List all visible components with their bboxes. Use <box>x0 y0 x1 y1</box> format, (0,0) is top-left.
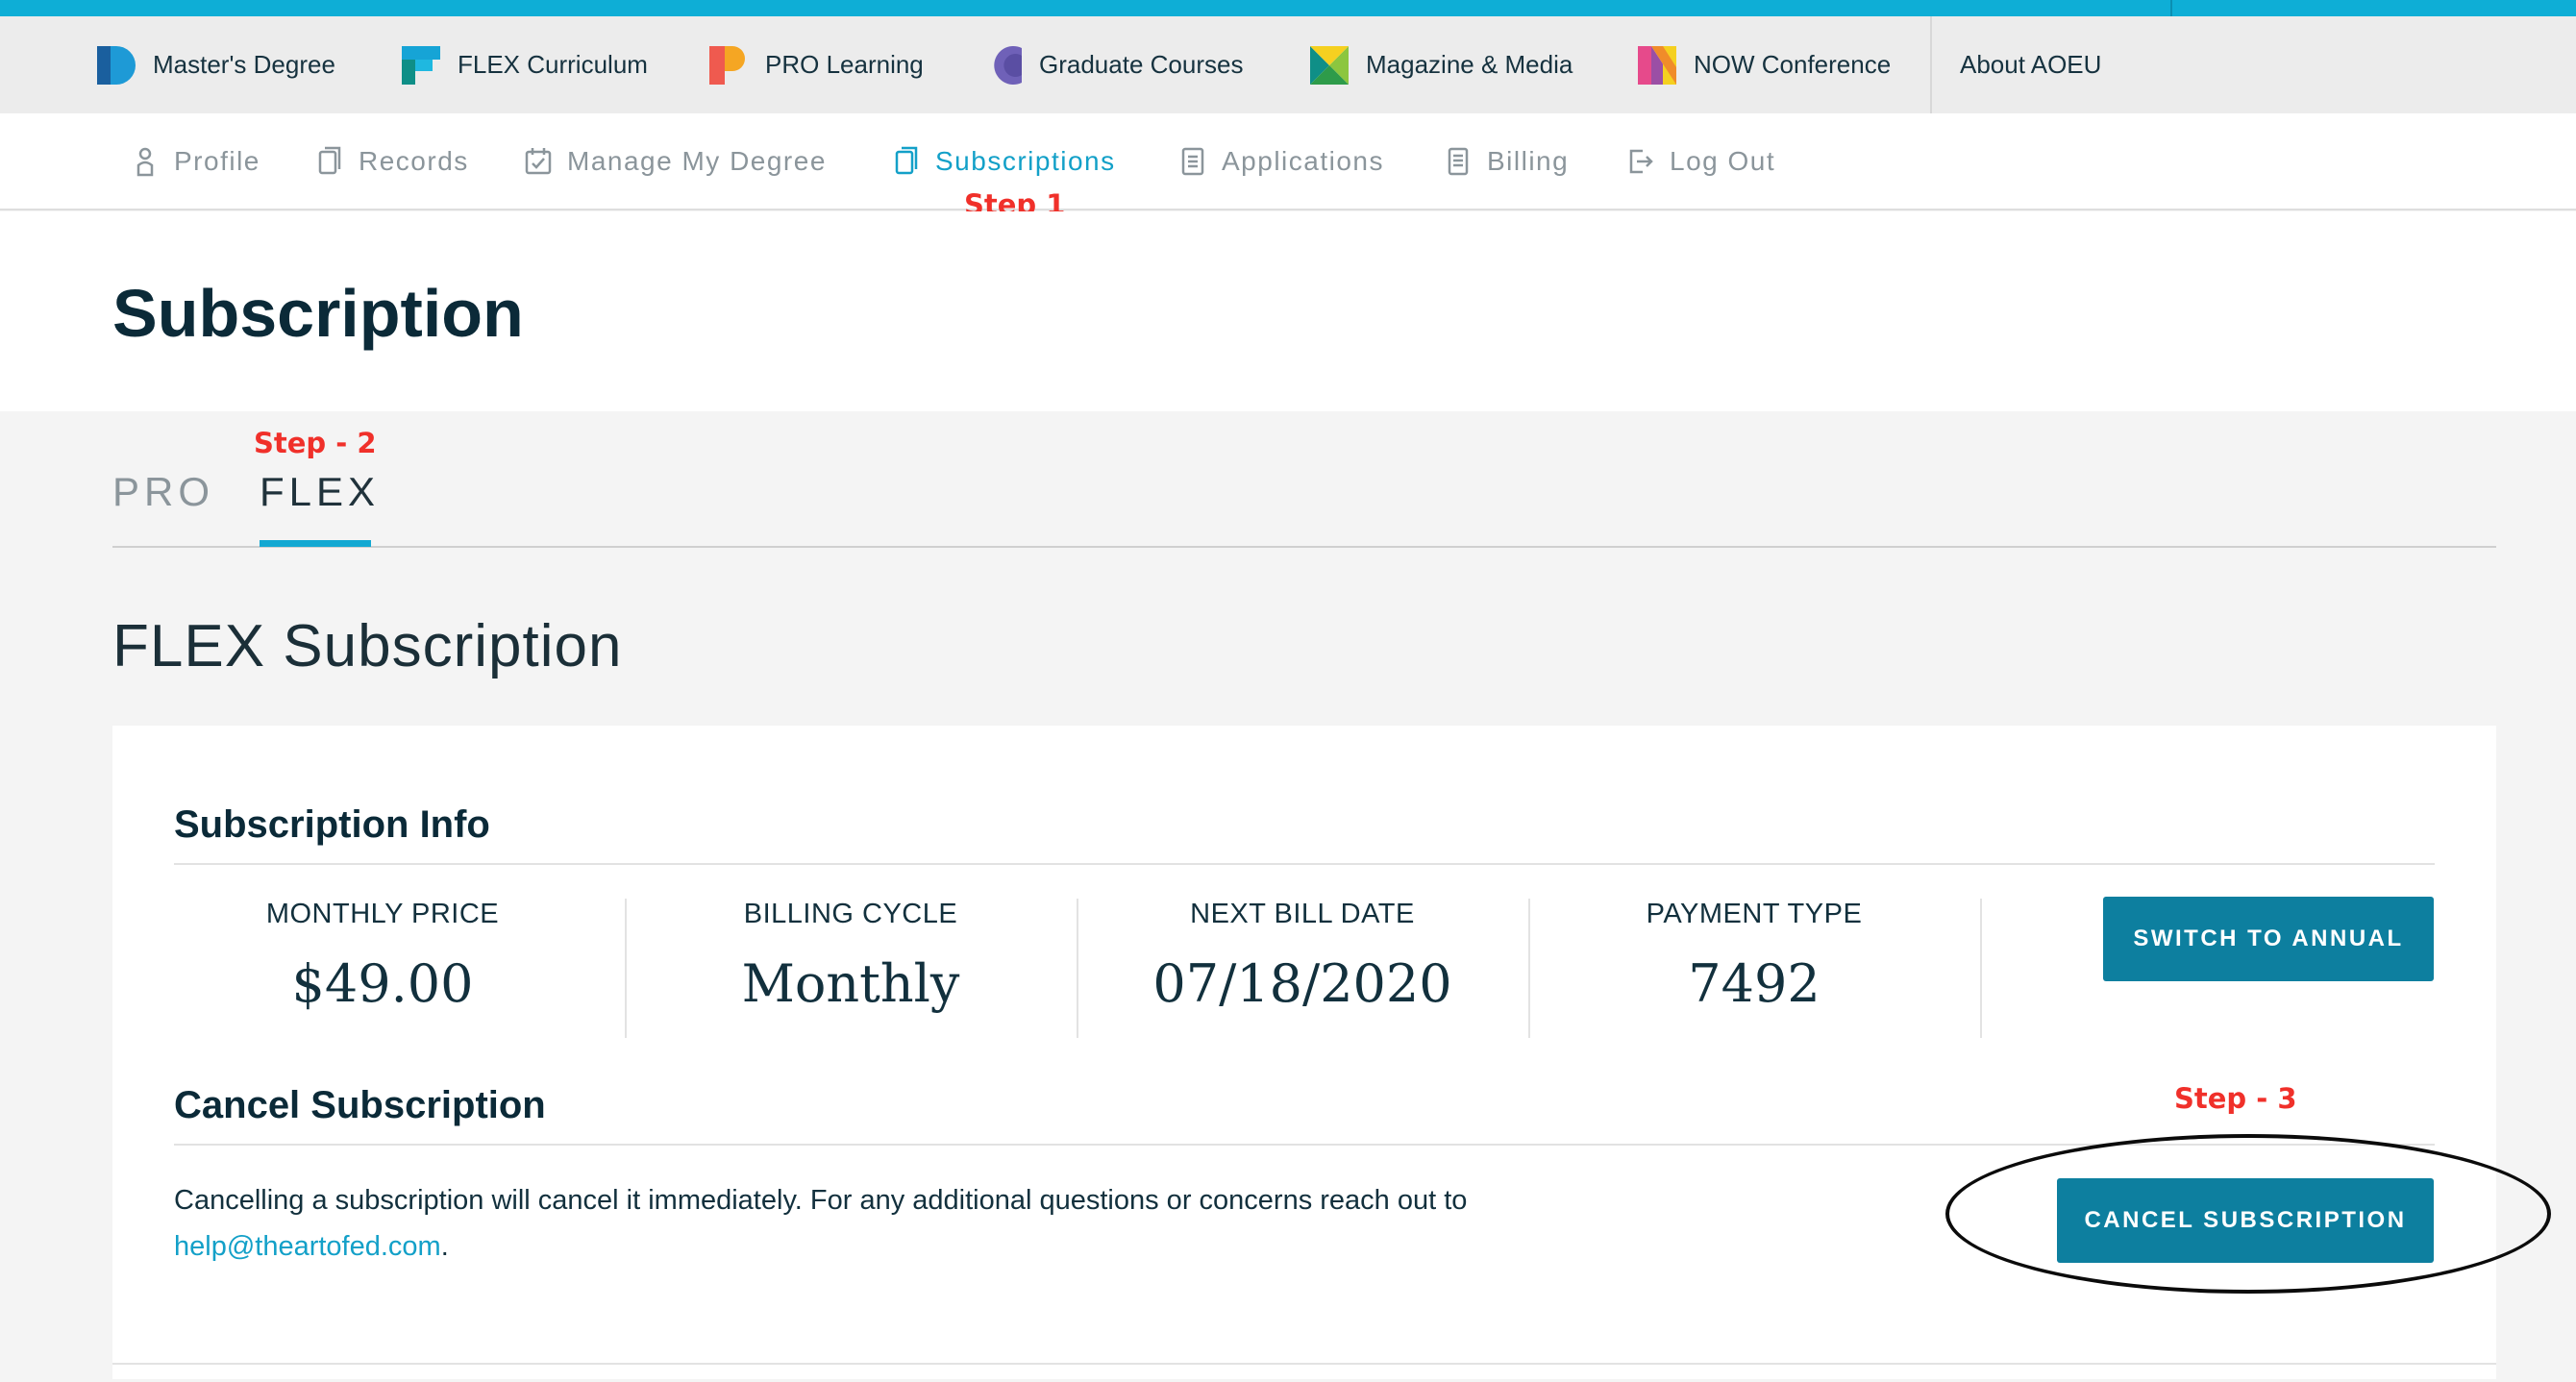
account-nav: Profile Records Manage My Degree Subscri… <box>0 113 2576 210</box>
brand-nav-masters-degree[interactable]: Master's Degree <box>97 16 335 113</box>
tabs-divider <box>112 546 2496 548</box>
card-bottom-rule <box>112 1363 2496 1365</box>
account-nav-label: Applications <box>1222 145 1384 176</box>
flex-curriculum-logo-icon <box>402 45 440 85</box>
cancel-subscription-heading: Cancel Subscription <box>174 1084 546 1126</box>
brand-nav: Master's Degree FLEX Curriculum PRO Lear… <box>0 16 2576 113</box>
brand-nav-graduate-courses[interactable]: Graduate Courses <box>983 16 1243 113</box>
stat-label: BILLING CYCLE <box>743 899 958 929</box>
brand-nav-label: NOW Conference <box>1694 50 1892 79</box>
section-title: FLEX Subscription <box>112 613 623 679</box>
account-nav-log-out[interactable]: Log Out <box>1627 113 1775 209</box>
account-nav-applications[interactable]: Applications <box>1179 113 1384 209</box>
account-nav-billing[interactable]: Billing <box>1445 113 1569 209</box>
cancel-text-end: . <box>440 1231 449 1262</box>
stat-label: MONTHLY PRICE <box>265 899 500 929</box>
stat-value: 7492 <box>1688 953 1821 1014</box>
documents-icon <box>895 146 918 174</box>
top-strip-separator <box>2170 0 2172 16</box>
brand-nav-label: Master's Degree <box>153 50 335 79</box>
now-conference-logo-icon <box>1638 45 1676 85</box>
documents-icon <box>318 146 341 174</box>
account-nav-label: Log Out <box>1670 145 1776 176</box>
brand-nav-label: About AOEU <box>1960 50 2102 79</box>
account-nav-records[interactable]: Records <box>316 113 469 209</box>
tab-flex[interactable]: FLEX <box>260 469 380 515</box>
account-nav-manage-my-degree[interactable]: Manage My Degree <box>525 113 827 209</box>
stat-billing-cycle: BILLING CYCLE Monthly <box>625 899 1077 1014</box>
page-title: Subscription <box>112 276 524 351</box>
brand-nav-pro-learning[interactable]: PRO Learning <box>709 16 924 113</box>
subscription-info-rule <box>174 863 2435 865</box>
stat-next-bill-date: NEXT BILL DATE 07/18/2020 <box>1077 899 1528 1014</box>
stat-label: NEXT BILL DATE <box>1190 899 1415 929</box>
account-nav-label: Records <box>359 145 469 176</box>
brand-nav-now-conference[interactable]: NOW Conference <box>1638 16 1891 113</box>
stat-payment-type: PAYMENT TYPE 7492 <box>1528 899 1980 1014</box>
clipboard-list-icon <box>1181 147 1204 175</box>
stat-label: PAYMENT TYPE <box>1646 899 1863 929</box>
brand-nav-label: Graduate Courses <box>1039 50 1244 79</box>
brand-nav-about-aoeu[interactable]: About AOEU <box>1960 16 2101 113</box>
person-icon <box>136 147 154 176</box>
account-nav-label: Subscriptions <box>935 145 1116 176</box>
masters-degree-logo-icon <box>97 45 136 85</box>
support-email-link[interactable]: help@theartofed.com <box>174 1231 441 1262</box>
pro-learning-logo-icon <box>709 45 745 85</box>
brand-nav-flex-curriculum[interactable]: FLEX Curriculum <box>402 16 648 113</box>
annotation-ellipse <box>1945 1134 2551 1294</box>
tab-pro[interactable]: PRO <box>112 469 214 515</box>
stat-value: Monthly <box>741 953 960 1014</box>
account-nav-label: Manage My Degree <box>567 145 827 176</box>
annotation-step-2: Step - 2 <box>254 427 377 459</box>
active-tab-indicator <box>260 540 371 547</box>
graduate-courses-logo-icon <box>994 45 1022 85</box>
annotation-step-3: Step - 3 <box>2174 1082 2297 1115</box>
brand-nav-label: FLEX Curriculum <box>458 50 648 79</box>
magazine-media-logo-icon <box>1310 45 1349 85</box>
receipt-icon <box>1448 147 1469 175</box>
title-band: Subscription <box>0 211 2576 411</box>
stat-value: $49.00 <box>291 953 474 1014</box>
account-nav-label: Profile <box>174 145 260 176</box>
logout-icon <box>1629 149 1653 173</box>
calendar-check-icon <box>525 147 552 174</box>
cancel-subscription-text: Cancelling a subscription will cancel it… <box>174 1177 1616 1270</box>
stat-divider <box>1980 899 1982 1038</box>
cancel-text-body: Cancelling a subscription will cancel it… <box>174 1185 1468 1216</box>
switch-to-annual-button[interactable]: SWITCH TO ANNUAL <box>2103 897 2434 981</box>
brand-nav-divider <box>1930 16 1932 113</box>
subscription-info-heading: Subscription Info <box>174 803 490 846</box>
stat-value: 07/18/2020 <box>1152 953 1452 1014</box>
top-accent-strip <box>0 0 2576 16</box>
brand-nav-magazine-media[interactable]: Magazine & Media <box>1310 16 1573 113</box>
brand-nav-label: PRO Learning <box>765 50 924 79</box>
stat-monthly-price: MONTHLY PRICE $49.00 <box>157 899 608 1014</box>
account-nav-profile[interactable]: Profile <box>132 113 260 209</box>
brand-nav-label: Magazine & Media <box>1366 50 1573 79</box>
account-nav-label: Billing <box>1487 145 1570 176</box>
